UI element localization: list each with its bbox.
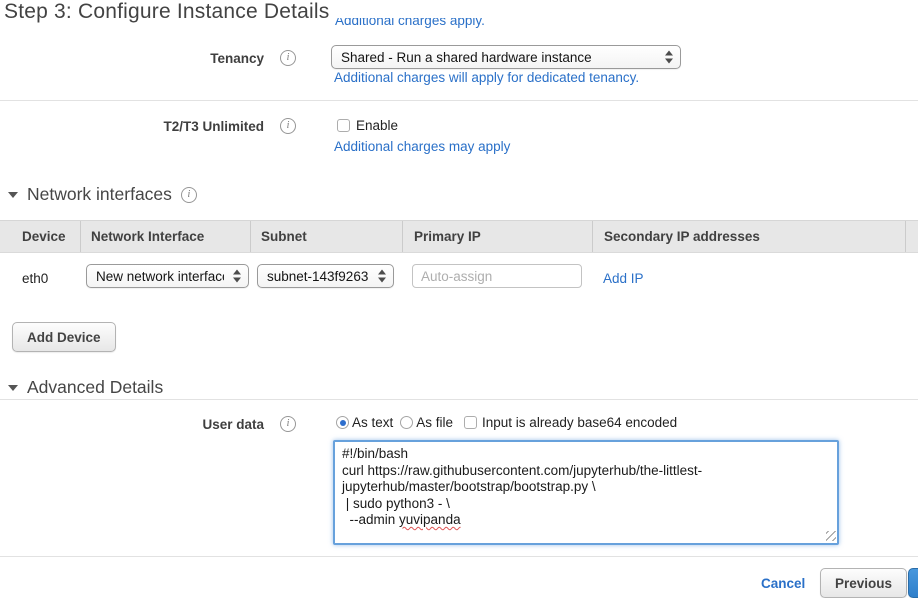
select-stepper-icon — [378, 270, 386, 283]
tenancy-charges-link[interactable]: Additional charges will apply for dedica… — [334, 70, 639, 85]
network-interfaces-heading: Network interfaces — [27, 184, 172, 205]
network-interface-select[interactable]: New network interface — [86, 264, 249, 288]
add-device-button[interactable]: Add Device — [12, 322, 116, 352]
subnet-select[interactable]: subnet-143f9263 — [257, 264, 394, 288]
collapse-triangle-icon — [8, 385, 18, 391]
col-header-spacer — [905, 221, 918, 252]
tenancy-select[interactable]: Shared - Run a shared hardware instance — [331, 45, 681, 69]
collapse-triangle-icon — [8, 192, 18, 198]
base64-checkbox-label[interactable]: Input is already base64 encoded — [482, 415, 677, 430]
tenancy-label: Tenancy — [0, 51, 264, 66]
t2t3-info-icon[interactable] — [280, 118, 296, 134]
t2t3-enable-checkbox-label[interactable]: Enable — [356, 118, 398, 133]
add-ip-link[interactable]: Add IP — [603, 271, 644, 286]
subnet-select-value: subnet-143f9263 — [267, 269, 368, 284]
as-text-radio-label[interactable]: As text — [352, 415, 393, 430]
resize-grip-icon[interactable] — [826, 531, 836, 541]
col-header-network-interface: Network Interface — [80, 221, 250, 252]
user-data-info-icon[interactable] — [280, 416, 296, 432]
t2t3-charges-link[interactable]: Additional charges may apply — [334, 139, 510, 154]
select-stepper-icon — [665, 51, 673, 64]
advanced-details-section-header[interactable]: Advanced Details — [8, 377, 163, 398]
user-data-options: As text As file Input is already base64 … — [336, 415, 677, 430]
base64-checkbox[interactable] — [464, 416, 477, 429]
divider — [0, 100, 918, 101]
divider — [0, 399, 918, 400]
network-interfaces-info-icon[interactable] — [181, 187, 197, 203]
primary-ip-input[interactable] — [412, 264, 582, 288]
t2t3-unlimited-label: T2/T3 Unlimited — [0, 119, 264, 134]
as-text-radio[interactable] — [336, 416, 349, 429]
col-header-subnet: Subnet — [250, 221, 402, 252]
t2t3-enable-checkbox[interactable] — [337, 119, 350, 132]
page-title: Step 3: Configure Instance Details — [4, 0, 329, 24]
as-file-radio[interactable] — [400, 416, 413, 429]
network-interfaces-section-header[interactable]: Network interfaces — [8, 184, 197, 205]
advanced-details-heading: Advanced Details — [27, 377, 163, 398]
network-interfaces-table-header: Device Network Interface Subnet Primary … — [0, 220, 918, 253]
next-button[interactable] — [908, 568, 918, 598]
col-header-secondary-ip: Secondary IP addresses — [592, 221, 905, 252]
additional-charges-clipped-link[interactable]: Additional charges apply. — [335, 18, 485, 31]
network-interface-select-value: New network interface — [96, 269, 224, 284]
device-name: eth0 — [22, 271, 48, 286]
tenancy-info-icon[interactable] — [280, 50, 296, 66]
divider — [0, 556, 918, 557]
user-data-label: User data — [0, 417, 264, 432]
select-stepper-icon — [233, 270, 241, 283]
as-file-radio-label[interactable]: As file — [416, 415, 453, 430]
col-header-device: Device — [0, 221, 80, 252]
cancel-link[interactable]: Cancel — [761, 576, 805, 591]
col-header-primary-ip: Primary IP — [402, 221, 592, 252]
user-data-textarea[interactable]: #!/bin/bash curl https://raw.githubuserc… — [333, 440, 839, 545]
additional-charges-clipped-link-text: Additional charges apply. — [335, 18, 485, 28]
previous-button[interactable]: Previous — [820, 568, 907, 598]
tenancy-select-value: Shared - Run a shared hardware instance — [341, 50, 592, 65]
